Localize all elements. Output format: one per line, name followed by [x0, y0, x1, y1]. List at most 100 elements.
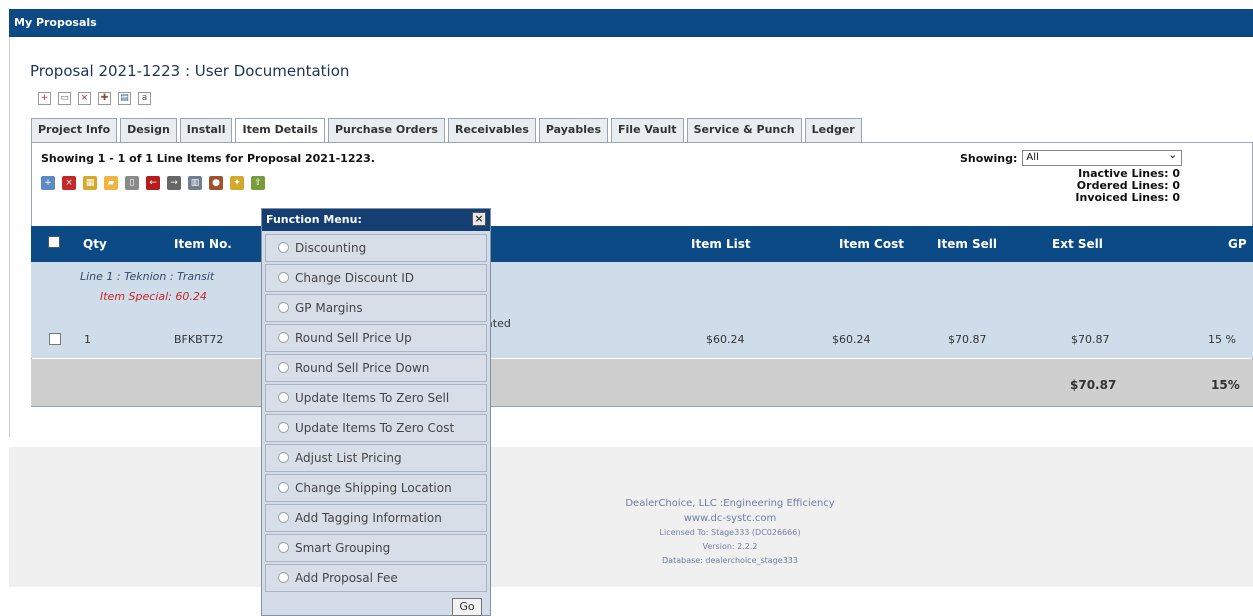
column-item-cost[interactable]: Item Cost [839, 237, 904, 251]
line-item-list: $60.24 [706, 333, 745, 346]
line-items-summary: Showing 1 - 1 of 1 Line Items for Propos… [41, 152, 375, 165]
line-item-cost: $60.24 [832, 333, 871, 346]
tab-purchase-orders[interactable]: Purchase Orders [327, 118, 445, 142]
proposal-title: Proposal 2021-1223 : User Documentation [30, 62, 350, 80]
delete-icon[interactable]: × [78, 92, 91, 105]
radio-icon [278, 392, 289, 403]
menu-option-adjust-list-pricing[interactable]: Adjust List Pricing [265, 444, 487, 472]
close-icon[interactable]: × [472, 212, 486, 226]
folder-icon[interactable]: ▰ [104, 176, 118, 190]
menu-option-change-discount-id[interactable]: Change Discount ID [265, 264, 487, 292]
column-qty[interactable]: Qty [83, 237, 107, 251]
menu-option-label: Change Shipping Location [295, 481, 452, 495]
plus-icon[interactable]: + [38, 92, 51, 105]
radio-icon [278, 572, 289, 583]
menu-option-label: Change Discount ID [295, 271, 415, 285]
radio-icon [278, 332, 289, 343]
document-icon[interactable]: ▭ [58, 92, 71, 105]
page-title: My Proposals [14, 16, 97, 29]
radio-icon [278, 422, 289, 433]
go-button[interactable]: Go [452, 598, 482, 616]
tab-file-vault[interactable]: File Vault [611, 118, 684, 142]
tools-icon[interactable]: ✚ [98, 92, 111, 105]
menu-option-round-sell-down[interactable]: Round Sell Price Down [265, 354, 487, 382]
column-item-sell[interactable]: Item Sell [937, 237, 997, 251]
footer-license: Licensed To: Stage333 (DC026666) [659, 528, 801, 537]
arrow-icon[interactable]: ← [146, 176, 160, 190]
radio-icon [278, 242, 289, 253]
menu-option-label: Adjust List Pricing [295, 451, 402, 465]
tab-item-details[interactable]: Item Details [235, 118, 325, 143]
menu-option-label: Add Tagging Information [295, 511, 442, 525]
menu-option-add-tagging-information[interactable]: Add Tagging Information [265, 504, 487, 532]
function-menu: Function Menu: × Discounting Change Disc… [261, 208, 491, 616]
line-item-sell: $70.87 [948, 333, 987, 346]
menu-option-label: Discounting [295, 241, 367, 255]
proposal-tabs: Project Info Design Install Item Details… [31, 118, 862, 143]
line-items-toolbar: + × ▦ ▰ ▯ ← → ▥ ● ✦ ⇧ [41, 176, 265, 190]
showing-label: Showing: [960, 151, 1018, 165]
application-window: My Proposals Proposal 2021-1223 : User D… [0, 0, 1253, 616]
tab-install[interactable]: Install [179, 118, 233, 142]
total-ext-sell: $70.87 [1070, 378, 1117, 392]
total-gp: 15% [1211, 378, 1240, 392]
footer-database: Database: dealerchoice_stage333 [662, 556, 798, 565]
menu-option-discounting[interactable]: Discounting [265, 234, 487, 262]
grid-icon[interactable]: ▥ [188, 176, 202, 190]
forward-icon[interactable]: → [167, 176, 181, 190]
gear-icon[interactable]: ✦ [230, 176, 244, 190]
column-item-no[interactable]: Item No. [174, 237, 232, 251]
menu-option-smart-grouping[interactable]: Smart Grouping [265, 534, 487, 562]
menu-option-label: Round Sell Price Up [295, 331, 412, 345]
tab-payables[interactable]: Payables [538, 118, 609, 142]
menu-option-label: Round Sell Price Down [295, 361, 430, 375]
function-menu-title: Function Menu: × [262, 209, 490, 231]
tab-ledger[interactable]: Ledger [804, 118, 862, 142]
menu-option-label: Add Proposal Fee [295, 571, 398, 585]
tree-icon[interactable]: ▦ [83, 176, 97, 190]
footer-website[interactable]: www.dc-systc.com [600, 511, 860, 526]
radio-icon [278, 512, 289, 523]
line-item-ext-sell: $70.87 [1071, 333, 1110, 346]
line-items-table-header: Qty Item No. Item List Item Cost Item Se… [31, 226, 1253, 262]
footer-info: DealerChoice, LLC :Engineering Efficienc… [600, 496, 860, 568]
menu-option-zero-sell[interactable]: Update Items To Zero Sell [265, 384, 487, 412]
line-item-number[interactable]: BFKBT72 [174, 333, 223, 346]
radio-icon [278, 482, 289, 493]
showing-select[interactable]: All [1022, 148, 1183, 166]
menu-option-add-proposal-fee[interactable]: Add Proposal Fee [265, 564, 487, 592]
menu-option-round-sell-up[interactable]: Round Sell Price Up [265, 324, 487, 352]
menu-option-label: Smart Grouping [295, 541, 391, 555]
export-icon[interactable]: ⇧ [251, 176, 265, 190]
top-strip [0, 0, 1253, 9]
column-ext-sell[interactable]: Ext Sell [1052, 237, 1103, 251]
menu-option-zero-cost[interactable]: Update Items To Zero Cost [265, 414, 487, 442]
proposal-icon-toolbar: + ▭ × ✚ ▤ a [38, 92, 151, 105]
footer-version: Version: 2.2.2 [702, 542, 758, 551]
tab-project-info[interactable]: Project Info [31, 118, 118, 142]
tab-receivables[interactable]: Receivables [447, 118, 536, 142]
menu-option-label: GP Margins [295, 301, 363, 315]
radio-icon [278, 302, 289, 313]
menu-option-gp-margins[interactable]: GP Margins [265, 294, 487, 322]
document-icon[interactable]: ▯ [125, 176, 139, 190]
line-description: Line 1 : Teknion : Transit [80, 270, 215, 283]
add-icon[interactable]: + [41, 176, 55, 190]
remove-icon[interactable]: × [62, 176, 76, 190]
select-all-checkbox[interactable] [48, 236, 60, 248]
column-item-list[interactable]: Item List [691, 237, 751, 251]
menu-option-label: Update Items To Zero Sell [295, 391, 450, 405]
tab-design[interactable]: Design [120, 118, 177, 142]
copy-icon[interactable]: ▤ [118, 92, 131, 105]
radio-icon [278, 362, 289, 373]
footer-company: DealerChoice, LLC :Engineering Efficienc… [625, 498, 835, 509]
line-item-checkbox[interactable] [49, 333, 61, 345]
tab-service-punch[interactable]: Service & Punch [686, 118, 802, 142]
lock-icon[interactable]: a [138, 92, 151, 105]
column-gp[interactable]: GP [1228, 237, 1247, 251]
user-icon[interactable]: ● [209, 176, 223, 190]
menu-option-change-shipping-location[interactable]: Change Shipping Location [265, 474, 487, 502]
line-item-gp: 15 % [1208, 333, 1236, 346]
item-special-note: Item Special: 60.24 [100, 290, 207, 303]
line-item-qty: 1 [84, 333, 91, 346]
